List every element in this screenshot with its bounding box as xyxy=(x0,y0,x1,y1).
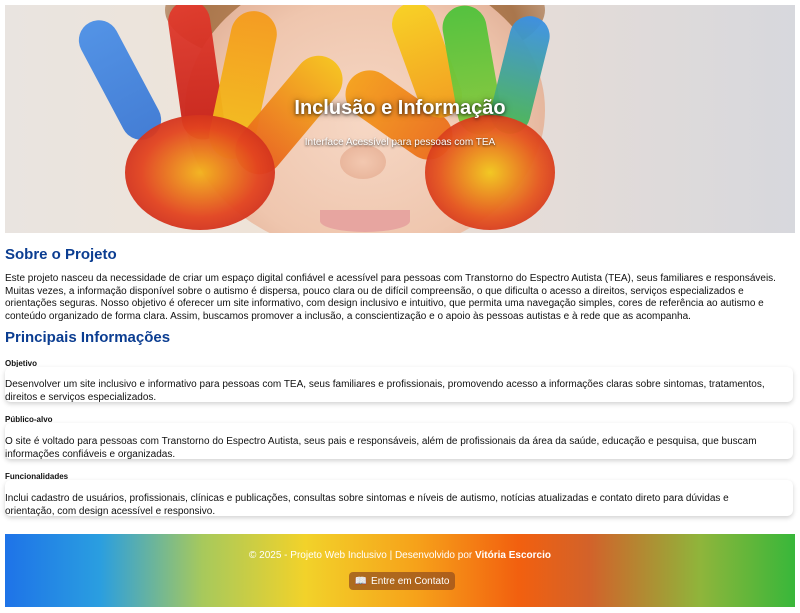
hero-image-mouth xyxy=(320,210,410,232)
footer-copyright: © 2025 - Projeto Web Inclusivo | Desenvo… xyxy=(249,550,476,561)
card-text-funcionalidades: Inclui cadastro de usuários, profissiona… xyxy=(5,493,729,517)
card-text-publico-alvo: O site é voltado para pessoas com Transt… xyxy=(5,436,757,460)
info-heading: Principais Informações xyxy=(5,329,171,346)
card-text-objetivo: Desenvolver um site inclusivo e informat… xyxy=(5,379,765,403)
hero-banner: Inclusão e Informação Interface Acessíve… xyxy=(5,5,795,233)
hero-image-nose xyxy=(340,145,386,179)
about-text: Este projeto nasceu da necessidade de cr… xyxy=(5,273,776,322)
footer-author: Vitória Escorcio xyxy=(475,550,551,561)
about-heading: Sobre o Projeto xyxy=(5,246,117,263)
info-card-objetivo: Desenvolver um site inclusivo e informat… xyxy=(5,367,793,403)
contact-button-label: Entre em Contato xyxy=(371,575,450,587)
footer: © 2025 - Projeto Web Inclusivo | Desenvo… xyxy=(5,534,795,607)
painted-palm-left xyxy=(125,115,275,230)
info-card-funcionalidades: Inclui cadastro de usuários, profissiona… xyxy=(5,480,793,517)
hero-title: Inclusão e Informação xyxy=(294,97,506,119)
painted-palm-right xyxy=(425,115,555,230)
hero-subtitle: Interface Acessível para pessoas com TEA xyxy=(304,137,496,148)
footer-text: © 2025 - Projeto Web Inclusivo | Desenvo… xyxy=(5,550,795,561)
contact-button[interactable]: 📖 Entre em Contato xyxy=(349,572,455,590)
book-icon: 📖 xyxy=(354,575,368,587)
info-card-publico-alvo: O site é voltado para pessoas com Transt… xyxy=(5,423,793,460)
